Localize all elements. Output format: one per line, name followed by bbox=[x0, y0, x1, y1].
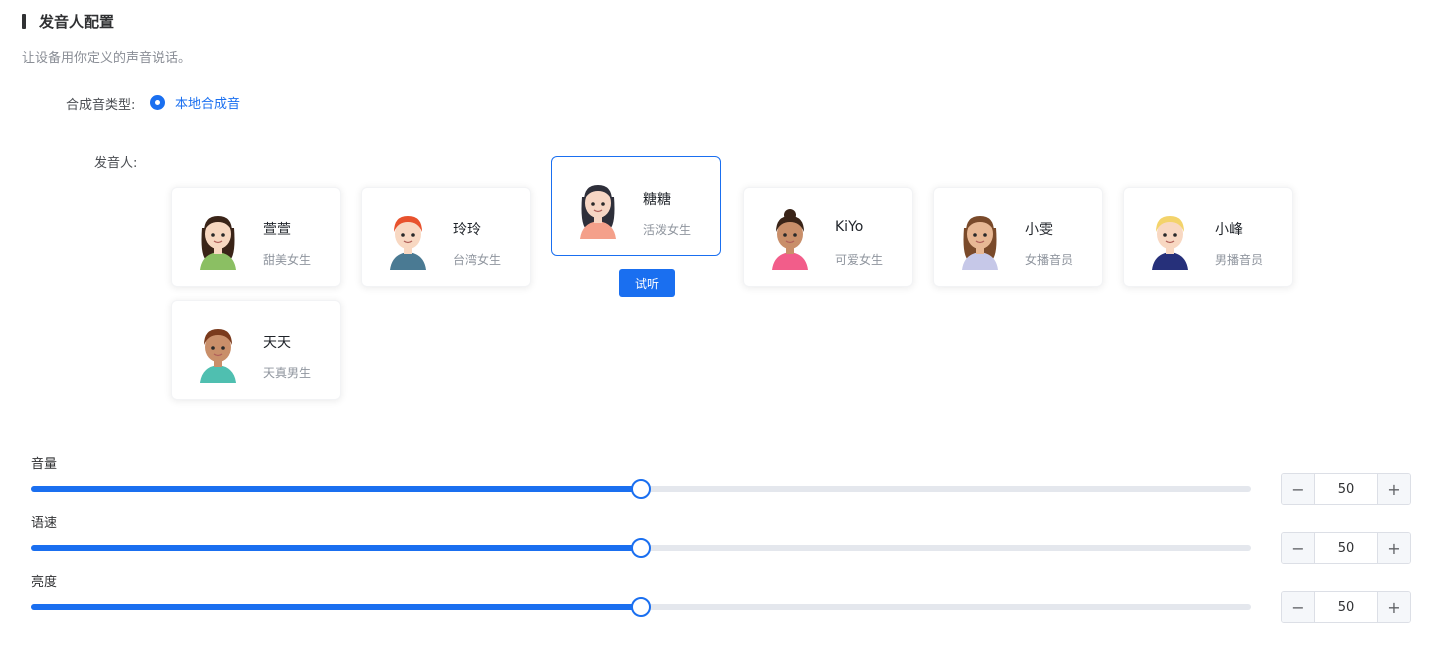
speaker-name: 玲玲 bbox=[453, 222, 481, 238]
synthesis-type-radio[interactable]: 本地合成音 bbox=[150, 93, 240, 112]
decrease-button[interactable]: − bbox=[1282, 592, 1315, 622]
speaker-name: 天天 bbox=[263, 335, 291, 351]
speaker-description: 台湾女生 bbox=[453, 253, 502, 267]
slider-label: 音量 bbox=[31, 457, 58, 472]
section-description: 让设备用你定义的声音说话。 bbox=[22, 51, 192, 66]
speaker-card[interactable]: 天天 天真男生 bbox=[171, 300, 341, 400]
speaker-card[interactable]: 糖糖 活泼女生 bbox=[551, 156, 721, 256]
speaker-name: 萱萱 bbox=[263, 222, 291, 238]
slider-thumb[interactable] bbox=[631, 479, 651, 499]
avatar bbox=[192, 206, 244, 270]
listen-button[interactable]: 试听 bbox=[619, 269, 675, 297]
stepper-input[interactable] bbox=[1315, 533, 1377, 563]
number-stepper: − + bbox=[1281, 532, 1411, 564]
number-stepper: − + bbox=[1281, 473, 1411, 505]
speaker-description: 男播音员 bbox=[1215, 253, 1264, 267]
speaker-name: 糖糖 bbox=[643, 192, 671, 208]
slider-track[interactable] bbox=[31, 597, 1251, 617]
increase-button[interactable]: + bbox=[1377, 592, 1410, 622]
decrease-button[interactable]: − bbox=[1282, 533, 1315, 563]
avatar bbox=[192, 319, 244, 383]
slider-thumb[interactable] bbox=[631, 538, 651, 558]
decrease-button[interactable]: − bbox=[1282, 474, 1315, 504]
avatar bbox=[954, 206, 1006, 270]
slider-track[interactable] bbox=[31, 538, 1251, 558]
speaker-name: 小峰 bbox=[1215, 222, 1243, 238]
radio-checked-icon[interactable] bbox=[150, 95, 165, 110]
speaker-label: 发音人: bbox=[94, 156, 138, 171]
slider-label: 语速 bbox=[31, 516, 58, 531]
slider-thumb[interactable] bbox=[631, 597, 651, 617]
section-title-bar bbox=[22, 13, 26, 29]
synthesis-type-label: 合成音类型: bbox=[66, 98, 136, 113]
section-header: 发音人配置 bbox=[22, 11, 114, 31]
avatar bbox=[382, 206, 434, 270]
speaker-card[interactable]: 小峰 男播音员 bbox=[1123, 187, 1293, 287]
section-title: 发音人配置 bbox=[39, 12, 115, 31]
speaker-description: 甜美女生 bbox=[263, 253, 312, 267]
speaker-description: 天真男生 bbox=[263, 366, 312, 380]
increase-button[interactable]: + bbox=[1377, 474, 1410, 504]
speaker-card[interactable]: 玲玲 台湾女生 bbox=[361, 187, 531, 287]
speaker-card[interactable]: 萱萱 甜美女生 bbox=[171, 187, 341, 287]
speaker-card[interactable]: KiYo 可爱女生 bbox=[743, 187, 913, 287]
avatar bbox=[1144, 206, 1196, 270]
speaker-description: 活泼女生 bbox=[643, 223, 692, 237]
slider-fill bbox=[31, 486, 641, 492]
number-stepper: − + bbox=[1281, 591, 1411, 623]
avatar bbox=[764, 206, 816, 270]
slider-fill bbox=[31, 604, 641, 610]
slider-fill bbox=[31, 545, 641, 551]
radio-label[interactable]: 本地合成音 bbox=[175, 93, 240, 112]
speaker-description: 可爱女生 bbox=[835, 253, 884, 267]
avatar bbox=[572, 175, 624, 239]
slider-label: 亮度 bbox=[31, 575, 58, 590]
increase-button[interactable]: + bbox=[1377, 533, 1410, 563]
slider-track[interactable] bbox=[31, 479, 1251, 499]
speaker-description: 女播音员 bbox=[1025, 253, 1074, 267]
speaker-name: 小雯 bbox=[1025, 222, 1053, 238]
speaker-name: KiYo bbox=[835, 219, 864, 235]
speaker-card[interactable]: 小雯 女播音员 bbox=[933, 187, 1103, 287]
stepper-input[interactable] bbox=[1315, 474, 1377, 504]
stepper-input[interactable] bbox=[1315, 592, 1377, 622]
